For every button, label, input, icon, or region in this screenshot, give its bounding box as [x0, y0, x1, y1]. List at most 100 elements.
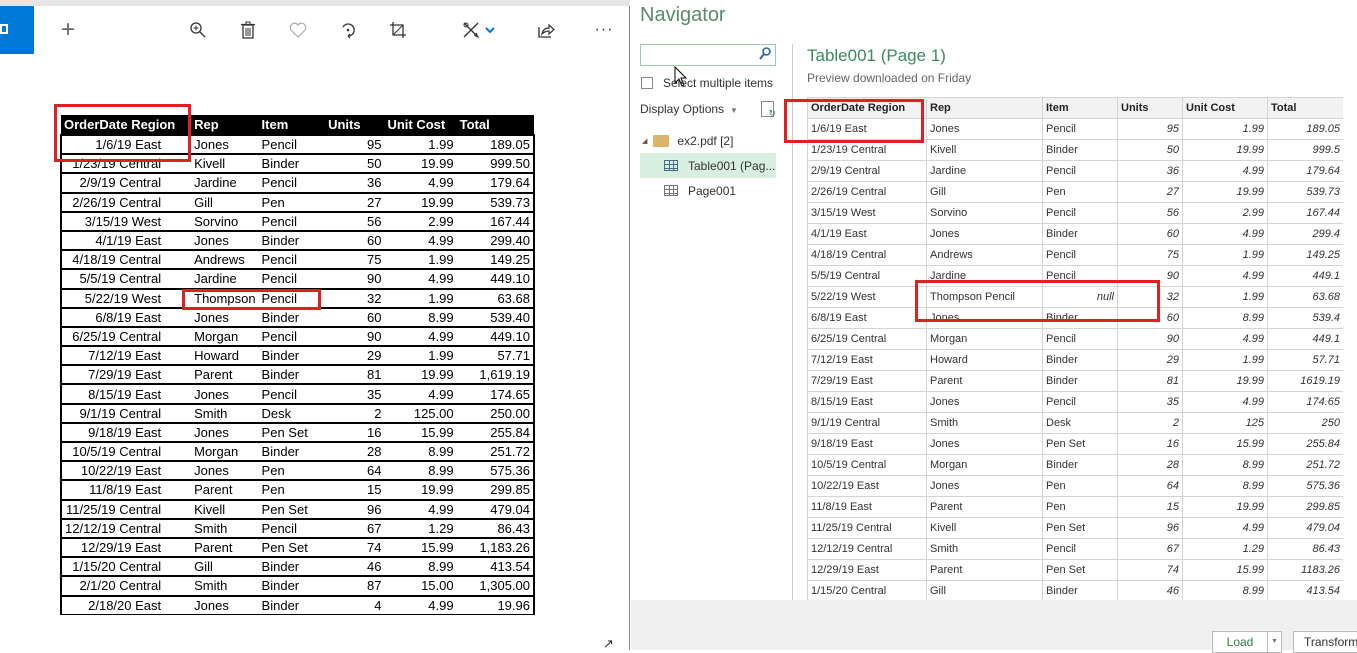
- preview-cell-rep[interactable]: Jardine: [926, 160, 1043, 182]
- preview-cell-item[interactable]: Pen: [1042, 181, 1118, 203]
- preview-table-row[interactable]: 9/1/19 Central Smith Desk 2 125 250: [807, 412, 1343, 434]
- preview-cell-orderdate-region[interactable]: 6/8/19 East: [807, 307, 927, 329]
- preview-cell-total[interactable]: 413.54: [1267, 580, 1343, 600]
- preview-cell-rep[interactable]: Jones: [926, 475, 1043, 497]
- preview-table-row[interactable]: 6/8/19 East Jones Binder 60 8.99 539.4: [807, 307, 1343, 329]
- preview-cell-total[interactable]: 539.4: [1267, 307, 1343, 329]
- preview-cell-rep[interactable]: Jardine: [926, 265, 1043, 287]
- preview-cell-orderdate-region[interactable]: 4/18/19 Central: [807, 244, 927, 266]
- preview-cell-units[interactable]: 36: [1117, 160, 1183, 182]
- preview-cell-total[interactable]: 179.64: [1267, 160, 1343, 182]
- preview-cell-rep[interactable]: Parent: [926, 370, 1043, 392]
- preview-cell-total[interactable]: 57.71: [1267, 349, 1343, 371]
- preview-cell-item[interactable]: Pen Set: [1042, 433, 1118, 455]
- preview-cell-orderdate-region[interactable]: 7/12/19 East: [807, 349, 927, 371]
- preview-cell-total[interactable]: 86.43: [1267, 538, 1343, 560]
- preview-table-row[interactable]: 10/5/19 Central Morgan Binder 28 8.99 251.72: [807, 454, 1343, 476]
- preview-cell-item[interactable]: Pen Set: [1042, 517, 1118, 539]
- preview-cell-total[interactable]: 449.1: [1267, 265, 1343, 287]
- preview-cell-rep[interactable]: Sorvino: [926, 202, 1043, 224]
- preview-cell-total[interactable]: 149.25: [1267, 244, 1343, 266]
- preview-cell-total[interactable]: 539.73: [1267, 181, 1343, 203]
- preview-cell-item[interactable]: Pen Set: [1042, 559, 1118, 581]
- preview-table-row[interactable]: 12/12/19 Central Smith Pencil 67 1.29 86.43: [807, 538, 1343, 560]
- preview-cell-orderdate-region[interactable]: 1/15/20 Central: [807, 580, 927, 600]
- preview-cell-rep[interactable]: Jones: [926, 391, 1043, 413]
- preview-cell-total[interactable]: 1619.19: [1267, 370, 1343, 392]
- preview-cell-units[interactable]: 46: [1117, 580, 1183, 600]
- preview-cell-orderdate-region[interactable]: 5/5/19 Central: [807, 265, 927, 287]
- preview-cell-item[interactable]: Pencil: [1042, 538, 1118, 560]
- preview-grid[interactable]: OrderDate Region Rep Item Units Unit Cos…: [807, 97, 1343, 600]
- rotate-icon[interactable]: [334, 16, 362, 44]
- preview-table-row[interactable]: 3/15/19 West Sorvino Pencil 56 2.99 167.44: [807, 202, 1343, 224]
- preview-cell-item[interactable]: Pencil: [1042, 328, 1118, 350]
- preview-cell-item[interactable]: Binder: [1042, 454, 1118, 476]
- preview-cell-rep[interactable]: Smith: [926, 538, 1043, 560]
- preview-cell-units[interactable]: 74: [1117, 559, 1183, 581]
- preview-cell-unit-cost[interactable]: 4.99: [1182, 223, 1268, 245]
- preview-table-row[interactable]: 1/23/19 Central Kivell Binder 50 19.99 999.5: [807, 139, 1343, 161]
- preview-cell-unit-cost[interactable]: 4.99: [1182, 391, 1268, 413]
- preview-table-row[interactable]: 10/22/19 East Jones Pen 64 8.99 575.36: [807, 475, 1343, 497]
- preview-cell-orderdate-region[interactable]: 8/15/19 East: [807, 391, 927, 413]
- preview-cell-total[interactable]: 255.84: [1267, 433, 1343, 455]
- preview-cell-unit-cost[interactable]: 4.99: [1182, 328, 1268, 350]
- more-icon[interactable]: ···: [590, 16, 618, 44]
- preview-cell-item[interactable]: Desk: [1042, 412, 1118, 434]
- preview-cell-unit-cost[interactable]: 19.99: [1182, 496, 1268, 518]
- preview-header-units[interactable]: Units: [1117, 97, 1183, 119]
- preview-cell-total[interactable]: 250: [1267, 412, 1343, 434]
- preview-cell-item[interactable]: Binder: [1042, 580, 1118, 600]
- share-icon[interactable]: [532, 16, 560, 44]
- preview-cell-units[interactable]: 56: [1117, 202, 1183, 224]
- preview-cell-unit-cost[interactable]: 8.99: [1182, 580, 1268, 600]
- preview-cell-units[interactable]: 50: [1117, 139, 1183, 161]
- preview-cell-total[interactable]: 999.5: [1267, 139, 1343, 161]
- preview-cell-unit-cost[interactable]: 8.99: [1182, 454, 1268, 476]
- preview-table-row[interactable]: 7/12/19 East Howard Binder 29 1.99 57.71: [807, 349, 1343, 371]
- image-icon[interactable]: [0, 6, 34, 54]
- navigator-search-input[interactable]: [640, 44, 776, 66]
- preview-cell-units[interactable]: 81: [1117, 370, 1183, 392]
- tree-item-page001[interactable]: Page001: [640, 178, 776, 203]
- preview-table-row[interactable]: 1/15/20 Central Gill Binder 46 8.99 413.54: [807, 580, 1343, 600]
- preview-cell-units[interactable]: 60: [1117, 307, 1183, 329]
- preview-cell-unit-cost[interactable]: 4.99: [1182, 265, 1268, 287]
- preview-cell-units[interactable]: 90: [1117, 265, 1183, 287]
- preview-cell-orderdate-region[interactable]: 9/1/19 Central: [807, 412, 927, 434]
- search-icon[interactable]: [759, 47, 771, 63]
- preview-cell-units[interactable]: 28: [1117, 454, 1183, 476]
- preview-cell-rep[interactable]: Jones: [926, 118, 1043, 140]
- preview-cell-orderdate-region[interactable]: 10/5/19 Central: [807, 454, 927, 476]
- preview-cell-orderdate-region[interactable]: 9/18/19 East: [807, 433, 927, 455]
- preview-cell-unit-cost[interactable]: 8.99: [1182, 307, 1268, 329]
- preview-cell-units[interactable]: 67: [1117, 538, 1183, 560]
- preview-cell-rep[interactable]: Morgan: [926, 328, 1043, 350]
- preview-cell-unit-cost[interactable]: 15.99: [1182, 559, 1268, 581]
- preview-cell-item[interactable]: Pencil: [1042, 202, 1118, 224]
- preview-table-row[interactable]: 2/9/19 Central Jardine Pencil 36 4.99 179.64: [807, 160, 1343, 182]
- preview-cell-total[interactable]: 299.85: [1267, 496, 1343, 518]
- plus-icon[interactable]: +: [54, 16, 82, 44]
- preview-cell-unit-cost[interactable]: 19.99: [1182, 181, 1268, 203]
- preview-cell-orderdate-region[interactable]: 2/9/19 Central: [807, 160, 927, 182]
- preview-cell-rep[interactable]: Gill: [926, 181, 1043, 203]
- trash-icon[interactable]: [234, 16, 262, 44]
- zoom-in-icon[interactable]: [184, 16, 212, 44]
- preview-cell-rep[interactable]: Thompson Pencil: [926, 286, 1043, 308]
- preview-table-row[interactable]: 2/26/19 Central Gill Pen 27 19.99 539.73: [807, 181, 1343, 203]
- expander-icon[interactable]: ◢: [642, 137, 647, 145]
- preview-cell-item[interactable]: Pencil: [1042, 391, 1118, 413]
- pane-divider[interactable]: [792, 44, 793, 600]
- preview-cell-units[interactable]: 64: [1117, 475, 1183, 497]
- preview-cell-total[interactable]: 575.36: [1267, 475, 1343, 497]
- heart-icon[interactable]: [284, 16, 312, 44]
- preview-table-row[interactable]: 7/29/19 East Parent Binder 81 19.99 1619.19: [807, 370, 1343, 392]
- preview-cell-item[interactable]: Pencil: [1042, 244, 1118, 266]
- tree-item-ex2-pdf[interactable]: ◢ ex2.pdf [2]: [640, 128, 776, 153]
- preview-cell-rep[interactable]: Morgan: [926, 454, 1043, 476]
- preview-cell-total[interactable]: 189.05: [1267, 118, 1343, 140]
- preview-table-row[interactable]: 11/25/19 Central Kivell Pen Set 96 4.99 479.0…: [807, 517, 1343, 539]
- preview-cell-units[interactable]: 15: [1117, 496, 1183, 518]
